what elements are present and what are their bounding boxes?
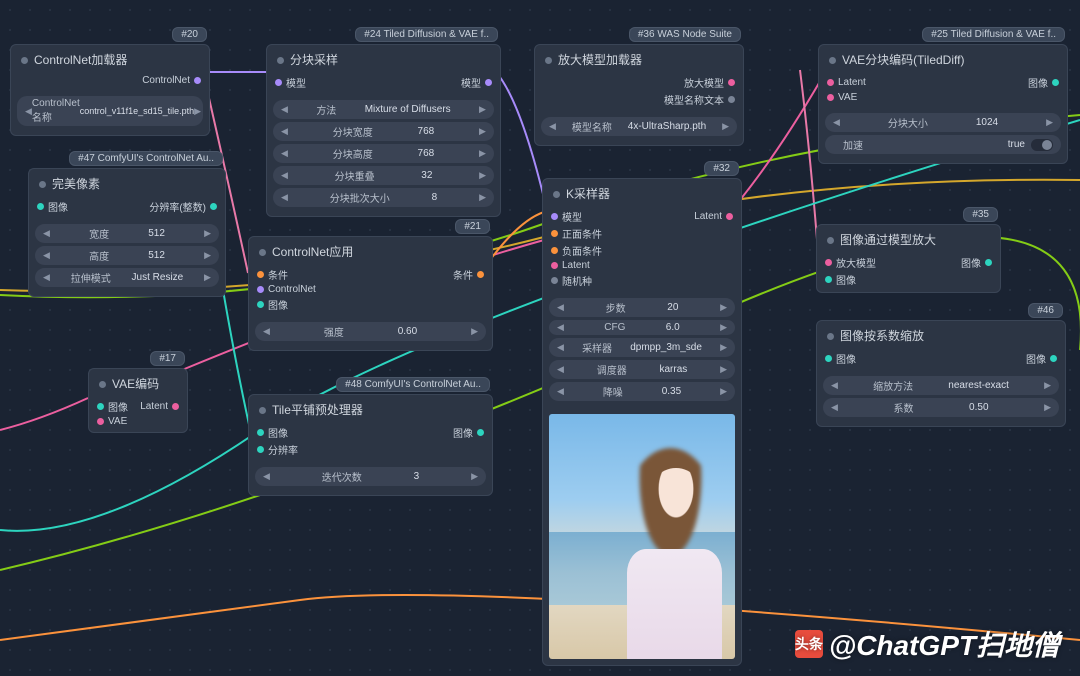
port-out-model[interactable]: 模型: [461, 75, 492, 90]
widget-scheduler[interactable]: ◀调度器karras▶: [549, 360, 735, 379]
node-perfect-pixel[interactable]: #47 ComfyUI's ControlNet Au.. 完美像素 图像 分辨…: [28, 168, 226, 297]
port-in-image[interactable]: 图像: [825, 272, 856, 287]
node-ksampler[interactable]: #32 K采样器 模型Latent 正面条件 负面条件 Latent 随机种 ◀…: [542, 178, 742, 666]
node-controlnet-apply[interactable]: #21 ControlNet应用 条件条件 ControlNet 图像 ◀强度0…: [248, 236, 493, 351]
widget-tile-width[interactable]: ◀分块宽度768▶: [273, 122, 494, 141]
node-tiled-sampling[interactable]: #24 Tiled Diffusion & VAE f.. 分块采样 模型模型 …: [266, 44, 501, 217]
widget-tile-height[interactable]: ◀分块高度768▶: [273, 144, 494, 163]
toggle-icon: [1031, 139, 1053, 151]
node-title: ControlNet加载器: [11, 45, 209, 72]
widget-resize-mode[interactable]: ◀拉伸模式Just Resize▶: [35, 268, 219, 287]
node-image-upscale-by-model[interactable]: #35 图像通过模型放大 放大模型图像 图像: [816, 224, 1001, 293]
widget-model-name[interactable]: ◀模型名称4x-UltraSharp.pth▶: [541, 117, 737, 136]
port-out-latent[interactable]: Latent: [140, 401, 179, 412]
logo-icon: 头条: [795, 630, 823, 658]
port-in-image[interactable]: 图像: [257, 425, 288, 440]
widget-denoise[interactable]: ◀降噪0.35▶: [549, 382, 735, 401]
widget-iterations[interactable]: ◀迭代次数3▶: [255, 467, 486, 486]
widget-sampler[interactable]: ◀采样器dpmpp_3m_sde▶: [549, 338, 735, 357]
node-badge: #24 Tiled Diffusion & VAE f..: [355, 27, 498, 42]
node-badge: #35: [963, 207, 998, 222]
node-controlnet-loader[interactable]: #20 ControlNet加载器 ControlNet ◀ ControlNe…: [10, 44, 210, 136]
widget-width[interactable]: ◀宽度512▶: [35, 224, 219, 243]
port-out-controlnet[interactable]: ControlNet: [142, 75, 201, 86]
node-title: 放大模型加载器: [535, 45, 743, 72]
node-badge: #17: [150, 351, 185, 366]
node-title: Tile平铺预处理器: [249, 395, 492, 422]
port-out-upscale-model[interactable]: 放大模型: [684, 75, 735, 90]
port-in-condition[interactable]: 条件: [257, 267, 288, 282]
node-title: 图像按系数缩放: [817, 321, 1065, 348]
port-in-controlnet[interactable]: ControlNet: [257, 284, 316, 295]
node-title: VAE分块编码(TiledDiff): [819, 45, 1067, 72]
widget-strength[interactable]: ◀强度0.60▶: [255, 322, 486, 341]
node-title: 完美像素: [29, 169, 225, 196]
node-vae-encode[interactable]: #17 VAE编码 图像Latent VAE: [88, 368, 188, 433]
widget-scale-method[interactable]: ◀缩放方法nearest-exact▶: [823, 376, 1059, 395]
widget-method[interactable]: ◀方法Mixture of Diffusers▶: [273, 100, 494, 119]
port-in-image[interactable]: 图像: [97, 399, 128, 414]
port-out-image[interactable]: 图像: [453, 425, 484, 440]
port-in-image[interactable]: 图像: [257, 297, 288, 312]
node-badge: #32: [704, 161, 739, 176]
node-badge: #46: [1028, 303, 1063, 318]
port-in-upscale-model[interactable]: 放大模型: [825, 255, 876, 270]
port-out-latent[interactable]: Latent: [694, 211, 733, 222]
watermark: 头条 @ChatGPT扫地僧: [795, 624, 1060, 664]
widget-controlnet-name[interactable]: ◀ ControlNet名称 control_v11f1e_sd15_tile.…: [17, 96, 203, 126]
port-in-latent[interactable]: Latent: [827, 77, 866, 88]
port-in-vae[interactable]: VAE: [97, 416, 127, 427]
port-in-model[interactable]: 模型: [275, 75, 306, 90]
widget-factor[interactable]: ◀系数0.50▶: [823, 398, 1059, 417]
port-out-condition[interactable]: 条件: [453, 267, 484, 282]
node-title: 分块采样: [267, 45, 500, 72]
node-tile-preprocessor[interactable]: #48 ComfyUI's ControlNet Au.. Tile平铺预处理器…: [248, 394, 493, 496]
watermark-author: @ChatGPT扫地僧: [829, 624, 1060, 664]
node-vae-tiled-encode[interactable]: #25 Tiled Diffusion & VAE f.. VAE分块编码(Ti…: [818, 44, 1068, 164]
preview-image: [549, 414, 735, 659]
widget-tile-overlap[interactable]: ◀分块重叠32▶: [273, 166, 494, 185]
node-badge: #36 WAS Node Suite: [629, 27, 741, 42]
port-in-seed[interactable]: 随机种: [551, 273, 592, 288]
node-badge: #21: [455, 219, 490, 234]
node-badge: #20: [172, 27, 207, 42]
port-in-negative[interactable]: 负面条件: [551, 243, 602, 258]
node-image-scale-by-factor[interactable]: #46 图像按系数缩放 图像图像 ◀缩放方法nearest-exact▶ ◀系数…: [816, 320, 1066, 427]
widget-height[interactable]: ◀高度512▶: [35, 246, 219, 265]
widget-cfg[interactable]: ◀CFG6.0▶: [549, 320, 735, 335]
node-upscale-model-loader[interactable]: #36 WAS Node Suite 放大模型加载器 放大模型 模型名称文本 ◀…: [534, 44, 744, 146]
port-out-image[interactable]: 图像: [1026, 351, 1057, 366]
port-out-image[interactable]: 图像: [961, 255, 992, 270]
widget-steps[interactable]: ◀步数20▶: [549, 298, 735, 317]
widget-tile-size[interactable]: ◀分块大小1024▶: [825, 113, 1061, 132]
widget-tile-batch[interactable]: ◀分块批次大小8▶: [273, 188, 494, 207]
widget-fast[interactable]: 加速true: [825, 135, 1061, 154]
port-in-model[interactable]: 模型: [551, 209, 582, 224]
node-badge: #47 ComfyUI's ControlNet Au..: [69, 151, 223, 166]
node-title: VAE编码: [89, 369, 187, 396]
node-title: 图像通过模型放大: [817, 225, 1000, 252]
port-out-resolution[interactable]: 分辨率(整数): [149, 199, 217, 214]
port-in-latent[interactable]: Latent: [551, 260, 590, 271]
chevron-right-icon: ▶: [194, 106, 201, 117]
port-in-image[interactable]: 图像: [37, 199, 68, 214]
chevron-left-icon: ◀: [25, 106, 32, 117]
port-in-resolution[interactable]: 分辨率: [257, 442, 298, 457]
port-in-vae[interactable]: VAE: [827, 92, 857, 103]
node-title: ControlNet应用: [249, 237, 492, 264]
port-in-positive[interactable]: 正面条件: [551, 226, 602, 241]
port-in-image[interactable]: 图像: [825, 351, 856, 366]
port-out-model-name-text[interactable]: 模型名称文本: [664, 92, 735, 107]
node-title: K采样器: [543, 179, 741, 206]
port-out-image[interactable]: 图像: [1028, 75, 1059, 90]
node-badge: #48 ComfyUI's ControlNet Au..: [336, 377, 490, 392]
node-badge: #25 Tiled Diffusion & VAE f..: [922, 27, 1065, 42]
